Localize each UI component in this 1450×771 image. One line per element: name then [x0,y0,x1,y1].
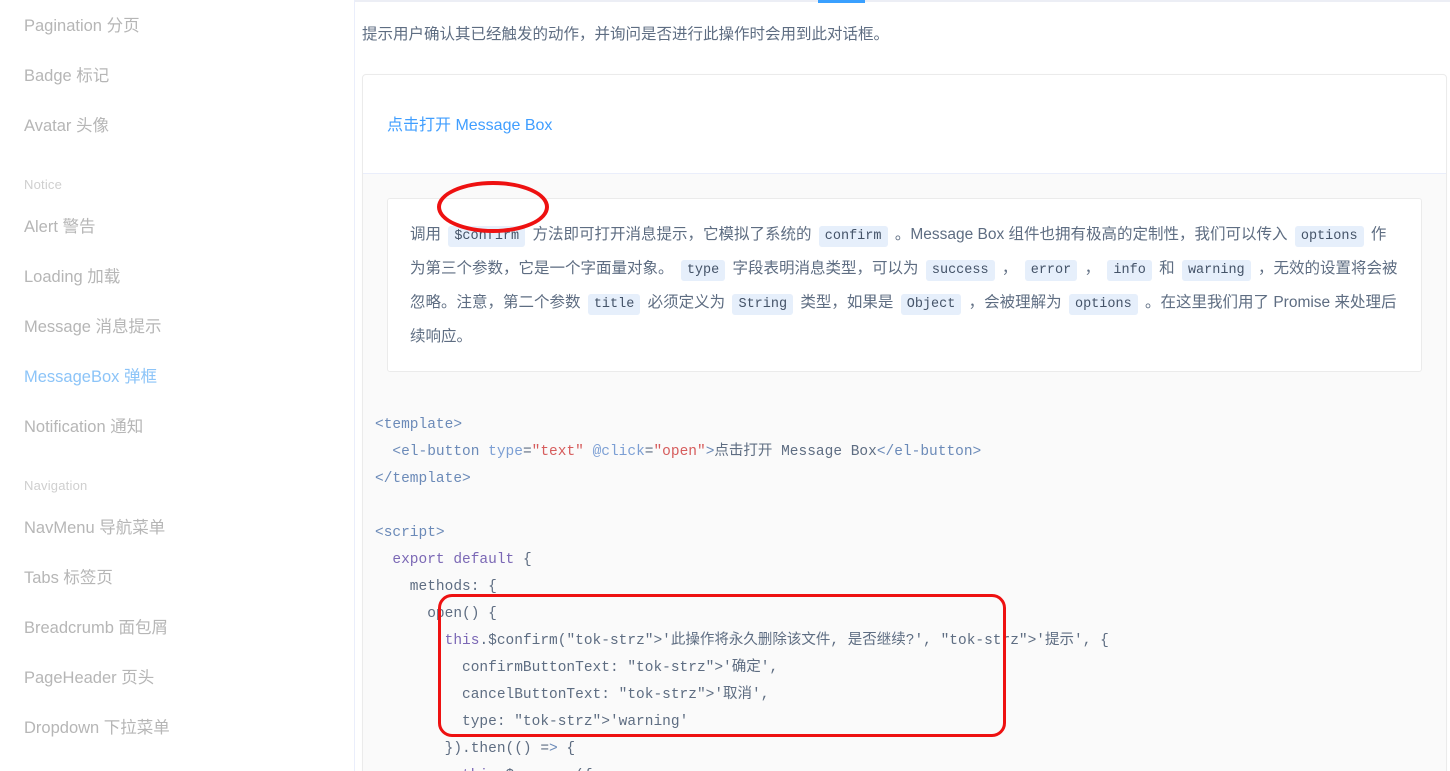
sidebar-item-dropdown[interactable]: Dropdown 下拉菜单 [0,703,354,753]
inline-code-confirm-method: $confirm [448,225,526,247]
desc-seg-2: 方法即可打开消息提示，它模拟了系统的 [532,225,812,243]
code-line: cancelButtonText: "tok-strz">'取消', [375,686,770,703]
sidebar-group-title: Navigation [24,478,88,493]
sidebar-item-avatar[interactable]: Avatar 头像 [0,101,354,151]
code-line: <el-button type="text" @click="open">点击打… [392,443,982,460]
sidebar-item-tabs[interactable]: Tabs 标签页 [0,553,354,603]
inline-code-confirm: confirm [818,225,888,247]
docs-sidebar[interactable]: Pagination 分页 Badge 标记 Avatar 头像 Notice Aler… [0,0,355,771]
desc-seg-5: 字段表明消息类型，可以为 [732,259,919,277]
inline-code-string: String [732,293,794,315]
code-line: this.$message({ [375,763,1446,771]
inline-code-info: info [1107,259,1152,281]
sidebar-item-messagebox[interactable]: MessageBox 弹框 [0,352,354,402]
code-line: type: "tok-strz">'warning' [375,713,689,730]
inline-code-title: title [587,293,641,315]
desc-seg-8: 必须定义为 [647,293,726,311]
sidebar-item-pageheader[interactable]: PageHeader 页头 [0,653,354,703]
code-line: confirmButtonText: "tok-strz">'确定', [375,659,779,676]
demo-preview-area: 点击打开 Message Box [363,75,1446,173]
desc-sep-2: ， [1084,259,1101,277]
desc-seg-1: 调用 [410,225,442,243]
inline-code-success: success [925,259,995,281]
sidebar-item-message[interactable]: Message 消息提示 [0,302,354,352]
demo-block: 点击打开 Message Box 调用 $confirm 方法即可打开消息提示，… [362,73,1447,771]
code-line: open() { [375,605,497,622]
code-line: <script> [375,524,445,541]
code-line: <template> [375,416,463,433]
sidebar-nav-list: Pagination 分页 Badge 标记 Avatar 头像 Notice Aler… [0,0,354,753]
inline-code-object: Object [900,293,962,315]
inline-code-options-2: options [1068,293,1138,315]
code-line: export default { [392,551,532,568]
sidebar-item-badge[interactable]: Badge 标记 [0,51,354,101]
sidebar-item-pagination[interactable]: Pagination 分页 [0,0,354,51]
sidebar-item-notification[interactable]: Notification 通知 [0,402,354,452]
desc-sep-1: ， [1001,259,1018,277]
demo-description-text: 调用 $confirm 方法即可打开消息提示，它模拟了系统的 confirm 。… [387,197,1422,372]
code-snippet: <template> <el-button type="text" @click… [363,395,1446,771]
content-top-divider [355,0,1450,2]
desc-seg-6: 和 [1159,259,1175,277]
main-content: 提示用户确认其已经触发的动作，并询问是否进行此操作时会用到此对话框。 点击打开 … [355,0,1450,771]
open-message-box-button[interactable]: 点击打开 Message Box [387,111,552,135]
code-line: methods: { [375,578,497,595]
sidebar-item-alert[interactable]: Alert 警告 [0,202,354,252]
inline-code-warning: warning [1181,259,1251,281]
sidebar-item-navmenu[interactable]: NavMenu 导航菜单 [0,503,354,553]
desc-seg-3: 。Message Box 组件也拥有极高的定制性，我们可以传入 [894,225,1288,243]
sidebar-item-loading[interactable]: Loading 加载 [0,252,354,302]
code-line: </template> [375,470,471,487]
sidebar-item-breadcrumb[interactable]: Breadcrumb 面包屑 [0,603,354,653]
demo-description-area: 调用 $confirm 方法即可打开消息提示，它模拟了系统的 confirm 。… [363,172,1446,396]
page-intro-text: 提示用户确认其已经触发的动作，并询问是否进行此操作时会用到此对话框。 [362,25,890,43]
desc-seg-9: 类型，如果是 [800,293,894,311]
code-line: }).then(() => { [375,740,576,757]
inline-code-error: error [1024,259,1078,281]
documentation-page: Pagination 分页 Badge 标记 Avatar 头像 Notice Aler… [0,0,1450,771]
desc-seg-10: ，会被理解为 [968,293,1062,311]
inline-code-type: type [680,259,726,281]
inline-code-options-1: options [1294,225,1364,247]
code-line: this.$confirm("tok-strz">'此操作将永久删除该文件, 是… [444,632,1109,649]
sidebar-group-title: Notice [24,177,63,192]
scroll-progress-tick [818,0,865,3]
